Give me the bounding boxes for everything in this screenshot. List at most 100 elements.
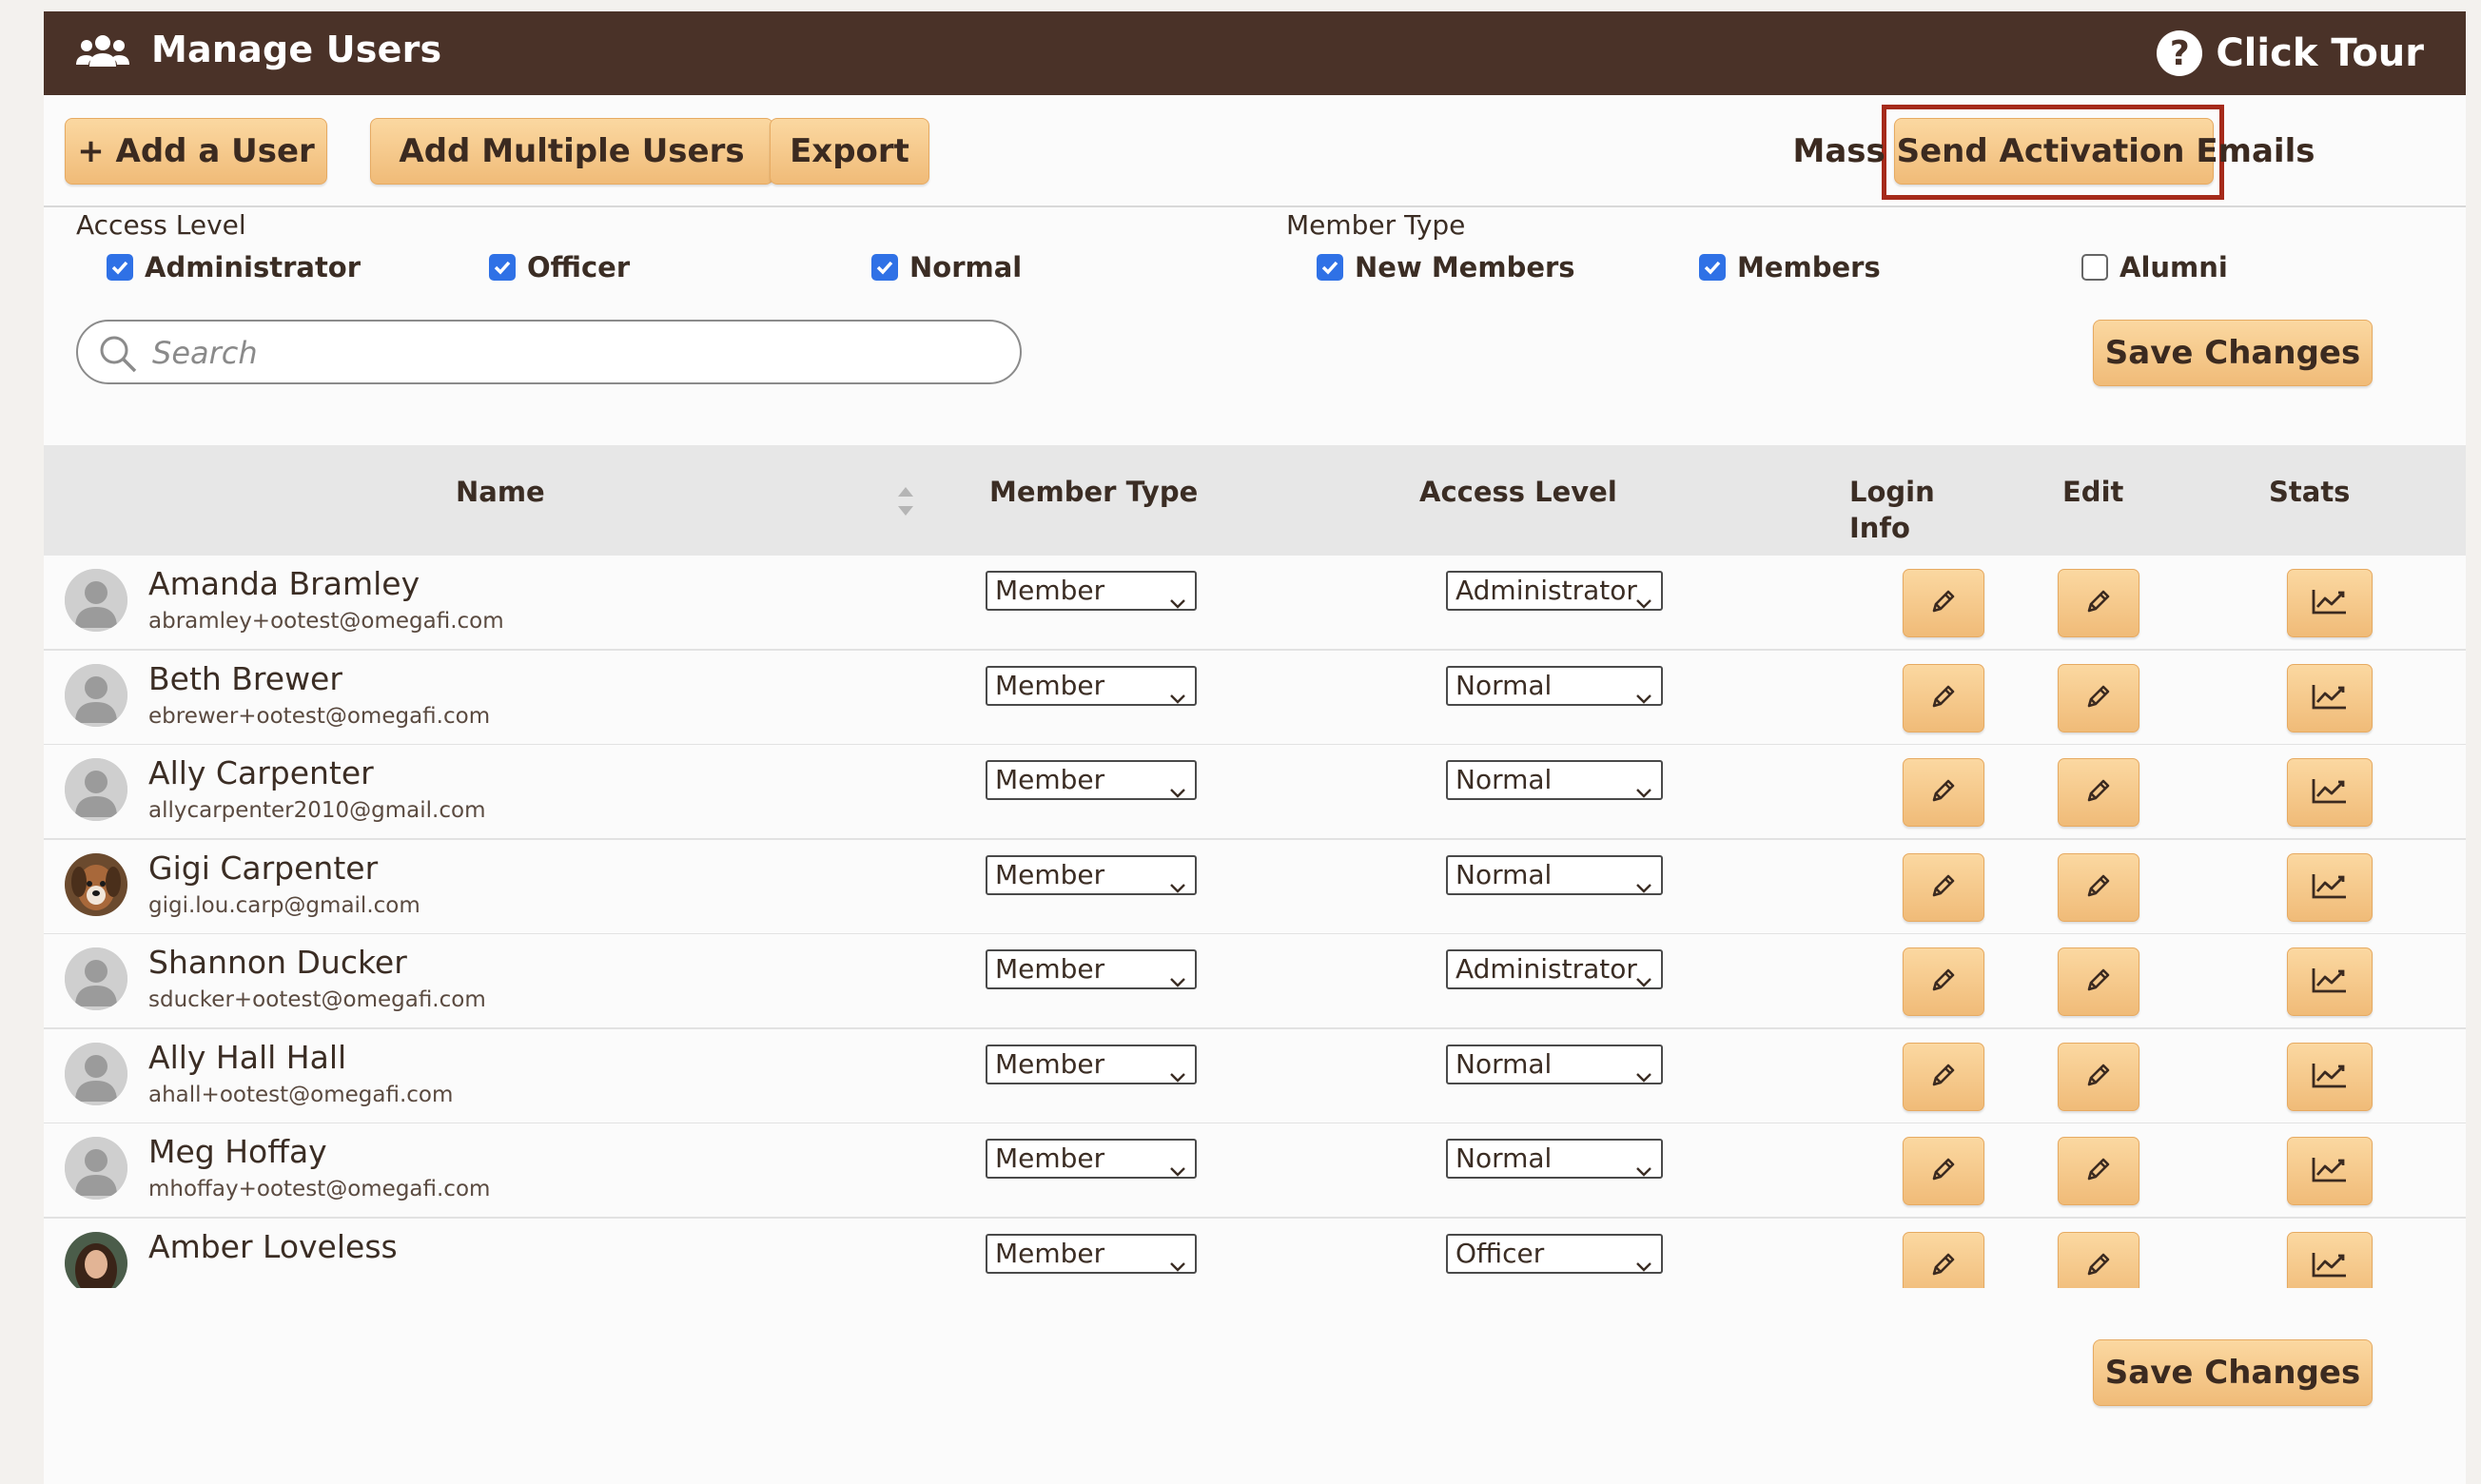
chevron-down-icon	[1168, 584, 1187, 620]
mass-send-activation-emails-button[interactable]: Mass Send Activation Emails	[1793, 118, 2315, 185]
chevron-down-icon	[1168, 773, 1187, 810]
filter-alumni-checkbox[interactable]: Alumni	[2081, 251, 2228, 283]
stats-button[interactable]	[2287, 663, 2373, 732]
access-level-value: Administrator	[1455, 953, 1637, 985]
login-info-button[interactable]	[1903, 947, 1984, 1016]
member-type-select[interactable]: Member	[986, 949, 1197, 989]
chevron-down-icon	[1634, 963, 1653, 999]
pencil-icon	[2082, 680, 2115, 716]
chevron-down-icon	[1634, 679, 1653, 715]
column-header-name[interactable]: Name	[456, 474, 545, 510]
member-type-select[interactable]: Member	[986, 1044, 1197, 1084]
add-multiple-users-button[interactable]: Add Multiple Users	[370, 118, 773, 185]
filter-members-checkbox[interactable]: Members	[1699, 251, 1881, 283]
stats-button[interactable]	[2287, 1231, 2373, 1288]
sort-icon[interactable]	[896, 485, 915, 521]
stats-button[interactable]	[2287, 758, 2373, 827]
checkbox-checked-icon	[489, 254, 516, 281]
edit-user-button[interactable]	[2058, 852, 2139, 922]
login-info-button[interactable]	[1903, 758, 1984, 827]
avatar-placeholder-icon	[65, 569, 127, 632]
access-level-select[interactable]: Normal	[1446, 1139, 1663, 1179]
member-type-select[interactable]: Member	[986, 854, 1197, 895]
access-level-select[interactable]: Normal	[1446, 665, 1663, 706]
export-button[interactable]: Export	[770, 118, 929, 185]
chevron-down-icon	[1634, 1058, 1653, 1094]
access-level-value: Normal	[1455, 764, 1553, 795]
chevron-down-icon	[1634, 773, 1653, 810]
user-email: allycarpenter2010@gmail.com	[148, 798, 486, 823]
login-info-button[interactable]	[1903, 1231, 1984, 1288]
access-level-select[interactable]: Normal	[1446, 1044, 1663, 1084]
pencil-icon	[2082, 1248, 2115, 1284]
pencil-icon	[1927, 774, 1960, 810]
login-info-button[interactable]	[1903, 663, 1984, 732]
help-icon: ?	[2157, 30, 2203, 76]
table-row: Ally Hall Hall ahall+ootest@omegafi.com Me…	[44, 1028, 2466, 1124]
avatar-placeholder-icon	[65, 663, 127, 727]
search-input[interactable]	[150, 329, 987, 377]
login-info-button[interactable]	[1903, 569, 1984, 637]
member-type-select[interactable]: Member	[986, 665, 1197, 706]
stats-button[interactable]	[2287, 1042, 2373, 1111]
access-level-value: Normal	[1455, 1047, 1553, 1080]
member-type-select[interactable]: Member	[986, 760, 1197, 800]
login-info-button[interactable]	[1903, 852, 1984, 922]
member-type-select[interactable]: Member	[986, 1233, 1197, 1274]
edit-user-button[interactable]	[2058, 1137, 2139, 1205]
edit-user-button[interactable]	[2058, 569, 2139, 637]
click-tour-button[interactable]: ? Click Tour	[2157, 25, 2424, 82]
user-name: Amber Loveless	[148, 1227, 398, 1265]
edit-user-button[interactable]	[2058, 1042, 2139, 1111]
access-level-select[interactable]: Normal	[1446, 854, 1663, 895]
access-level-value: Normal	[1455, 1142, 1553, 1174]
stats-button[interactable]	[2287, 1137, 2373, 1205]
chevron-down-icon	[1634, 1247, 1653, 1283]
user-name: Meg Hoffay	[148, 1133, 327, 1170]
pencil-icon	[2082, 774, 2115, 810]
save-changes-button-bottom[interactable]: Save Changes	[2093, 1339, 2373, 1406]
access-level-select[interactable]: Officer	[1446, 1233, 1663, 1274]
user-name: Ally Carpenter	[148, 754, 374, 791]
edit-user-button[interactable]	[2058, 663, 2139, 732]
pencil-icon	[2082, 1153, 2115, 1189]
pencil-icon	[1927, 585, 1960, 621]
access-level-select[interactable]: Normal	[1446, 760, 1663, 800]
pencil-icon	[1927, 1059, 1960, 1095]
manage-users-app: Manage Users ? Click Tour + Add a User A…	[44, 11, 2466, 1484]
pencil-icon	[1927, 1153, 1960, 1189]
filter-new-members-checkbox[interactable]: New Members	[1317, 251, 1575, 283]
user-email: abramley+ootest@omegafi.com	[148, 609, 504, 634]
member-type-select[interactable]: Member	[986, 1139, 1197, 1179]
column-header-stats: Stats	[2269, 476, 2351, 508]
access-level-value: Normal	[1455, 669, 1553, 701]
edit-user-button[interactable]	[2058, 1231, 2139, 1288]
avatar-placeholder-icon	[65, 1042, 127, 1105]
add-user-button[interactable]: + Add a User	[65, 118, 327, 185]
edit-user-button[interactable]	[2058, 947, 2139, 1016]
chevron-down-icon	[1634, 869, 1653, 905]
login-info-button[interactable]	[1903, 1137, 1984, 1205]
access-level-select[interactable]: Administrator	[1446, 571, 1663, 611]
search-box[interactable]	[76, 320, 1022, 384]
user-email: gigi.lou.carp@gmail.com	[148, 892, 420, 918]
chart-line-icon	[2311, 587, 2349, 619]
checkbox-label: Administrator	[145, 251, 361, 283]
member-type-select[interactable]: Member	[986, 571, 1197, 611]
chart-line-icon	[2311, 871, 2349, 904]
save-changes-button-top[interactable]: Save Changes	[2093, 320, 2373, 386]
stats-button[interactable]	[2287, 569, 2373, 637]
filter-officer-checkbox[interactable]: Officer	[489, 251, 630, 283]
chart-line-icon	[2311, 1061, 2349, 1093]
stats-button[interactable]	[2287, 947, 2373, 1016]
member-type-value: Member	[995, 858, 1105, 890]
filter-normal-checkbox[interactable]: Normal	[871, 251, 1022, 283]
stats-button[interactable]	[2287, 852, 2373, 922]
chevron-down-icon	[1634, 584, 1653, 620]
access-level-select[interactable]: Administrator	[1446, 949, 1663, 989]
checkbox-checked-icon	[107, 254, 133, 281]
table-row: Beth Brewer ebrewer+ootest@omegafi.com Mem…	[44, 650, 2466, 746]
filter-administrator-checkbox[interactable]: Administrator	[107, 251, 361, 283]
login-info-button[interactable]	[1903, 1042, 1984, 1111]
edit-user-button[interactable]	[2058, 758, 2139, 827]
